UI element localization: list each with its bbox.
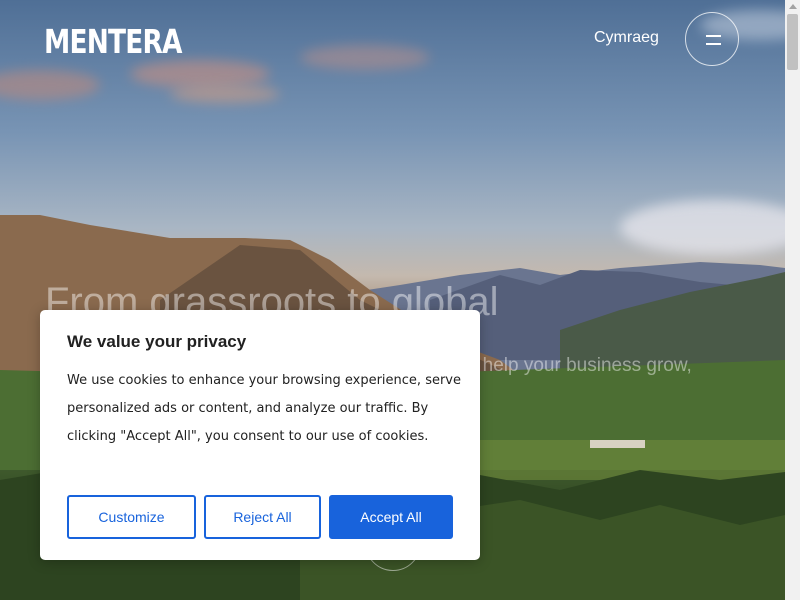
- scroll-up-arrow-icon[interactable]: [789, 4, 797, 9]
- menu-button[interactable]: [685, 12, 739, 66]
- language-switch-link[interactable]: Cymraeg: [594, 29, 659, 47]
- site-header: MENTERA Cymraeg: [0, 0, 785, 80]
- barn-roof: [590, 440, 645, 448]
- scroll-thumb[interactable]: [787, 14, 798, 70]
- mentera-logo[interactable]: MENTERA: [44, 22, 182, 61]
- accept-all-button[interactable]: Accept All: [329, 495, 453, 539]
- menu-bar: [706, 43, 721, 45]
- page-scrollbar[interactable]: [785, 0, 800, 600]
- cookie-banner-message: We use cookies to enhance your browsing …: [67, 373, 461, 444]
- customize-button[interactable]: Customize: [67, 495, 196, 539]
- menu-bar: [706, 35, 721, 37]
- cookie-consent-banner: We value your privacy We use cookies to …: [40, 310, 480, 560]
- cookie-banner-title: We value your privacy: [67, 332, 247, 351]
- reject-all-button[interactable]: Reject All: [204, 495, 321, 539]
